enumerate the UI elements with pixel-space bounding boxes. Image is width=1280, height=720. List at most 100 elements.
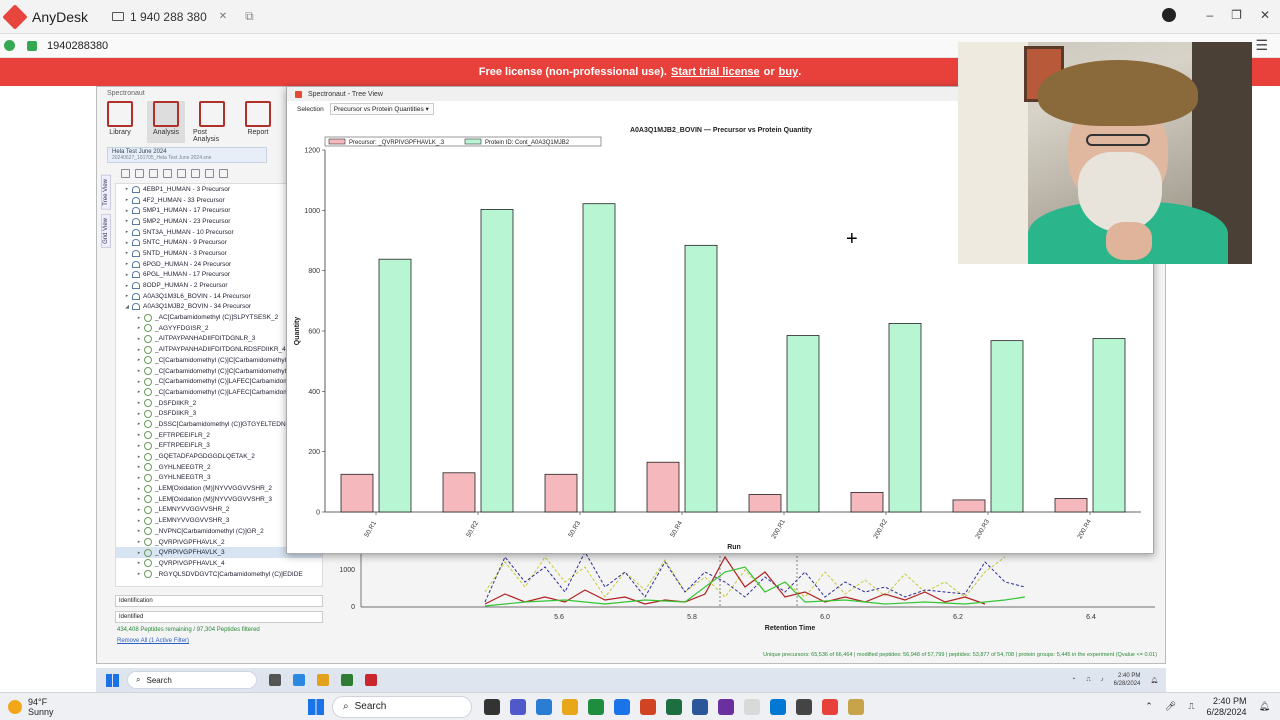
word-icon[interactable] [692, 698, 708, 715]
expand-arrow-icon[interactable]: ▸ [134, 496, 144, 502]
spectronaut-taskbar-icon[interactable] [365, 674, 377, 686]
ribbon-button-post-analysis[interactable]: Post Analysis [193, 101, 231, 143]
expand-arrow-icon[interactable]: ▸ [134, 560, 144, 566]
expand-arrow-icon[interactable]: ▸ [134, 571, 144, 577]
ribbon-button-analysis[interactable]: Analysis [147, 101, 185, 143]
tree-precursor-node[interactable]: ▸ _QVRPIVGPFHAVLK_4 [116, 558, 322, 569]
expand-arrow-icon[interactable]: ▸ [134, 411, 144, 417]
expand-arrow-icon[interactable]: ▸ [122, 283, 132, 289]
remote-clock[interactable]: 2:40 PM 6/28/2024 [1114, 672, 1141, 688]
notification-icon[interactable]: 🔔︎ [1259, 701, 1270, 712]
powerpoint-icon[interactable] [640, 698, 656, 715]
expand-arrow-icon[interactable]: ▸ [134, 528, 144, 534]
filter-identification-select[interactable]: Identification [115, 595, 323, 607]
teams-icon[interactable] [510, 698, 526, 715]
expand-arrow-icon[interactable]: ▸ [122, 272, 132, 278]
expand-arrow-icon[interactable]: ▸ [134, 443, 144, 449]
expand-arrow-icon[interactable]: ▸ [122, 293, 132, 299]
ribbon-button-report[interactable]: Report [239, 101, 277, 143]
filter-identified-select[interactable]: Identified [115, 611, 323, 623]
app-icon[interactable] [718, 698, 734, 715]
experiment-tab[interactable]: Hela Test June 2024 20240627_101705_Hela… [107, 147, 267, 163]
expand-arrow-icon[interactable]: ▸ [122, 261, 132, 267]
expand-arrow-icon[interactable]: ▸ [134, 486, 144, 492]
tab-close-icon[interactable]: ✕ [219, 11, 227, 22]
task-view-icon[interactable] [269, 674, 281, 686]
expand-arrow-icon[interactable]: ▸ [134, 315, 144, 321]
expand-arrow-icon[interactable]: ▸ [134, 357, 144, 363]
buy-link[interactable]: buy [779, 66, 799, 78]
expand-arrow-icon[interactable]: ▸ [122, 250, 132, 256]
maximize-icon[interactable]: ❐ [1231, 8, 1242, 22]
task-view-icon[interactable] [484, 698, 500, 715]
expand-arrow-icon[interactable]: ▸ [134, 325, 144, 331]
expand-arrow-icon[interactable]: ▸ [122, 240, 132, 246]
expand-arrow-icon[interactable]: ▸ [134, 454, 144, 460]
sort-icon[interactable] [177, 169, 186, 178]
local-clock[interactable]: 2:40 PM 6/28/2024 [1207, 696, 1247, 718]
expand-arrow-icon[interactable]: ▸ [134, 421, 144, 427]
outlook-icon[interactable] [770, 698, 786, 715]
remove-filter-link[interactable]: Remove All (1 Active Filter) [117, 638, 189, 644]
selection-dropdown[interactable]: Precursor vs Protein Quantities ▾ [329, 103, 434, 115]
chevron-up-icon[interactable]: ⌃ [1145, 701, 1153, 712]
tab-tree-view[interactable]: Tree View [101, 175, 111, 210]
app-icon[interactable] [796, 698, 812, 715]
session-tab[interactable]: 1 940 288 380 ✕ [112, 10, 227, 24]
windows-start-icon[interactable] [106, 673, 119, 687]
app-icon[interactable] [744, 698, 760, 715]
ribbon-button-library[interactable]: Library [101, 101, 139, 143]
expand-arrow-icon[interactable]: ▸ [122, 218, 132, 224]
app-icon[interactable] [293, 674, 305, 686]
chevron-up-icon[interactable]: ⌃ [1071, 677, 1076, 684]
local-search-box[interactable]: ⌕ Search [332, 695, 472, 718]
weather-widget[interactable]: 94°F Sunny [8, 697, 54, 717]
export-icon[interactable] [205, 169, 214, 178]
expand-arrow-icon[interactable]: ▸ [134, 389, 144, 395]
tree-precursor-node[interactable]: ▸ _RGYQLSDVDGVTC[Carbamidomethyl (C)]EDID… [116, 569, 322, 580]
excel-icon[interactable] [341, 674, 353, 686]
expand-arrow-icon[interactable]: ▸ [134, 539, 144, 545]
remote-search-box[interactable]: ⌕ Search [127, 671, 257, 689]
expand-arrow-icon[interactable]: ▸ [134, 347, 144, 353]
expand-arrow-icon[interactable]: ▸ [134, 336, 144, 342]
expand-arrow-icon[interactable]: ▸ [134, 368, 144, 374]
excel-icon[interactable] [666, 698, 682, 715]
settings-icon[interactable] [219, 169, 228, 178]
mail-icon[interactable] [614, 698, 630, 715]
anydesk-taskbar-icon[interactable] [822, 698, 838, 715]
folder-icon[interactable] [562, 698, 578, 715]
expand-arrow-icon[interactable]: ▸ [134, 432, 144, 438]
collapse-icon[interactable] [135, 169, 144, 178]
expand-arrow-icon[interactable]: ▸ [134, 464, 144, 470]
windows-start-icon[interactable] [308, 698, 324, 715]
filter-icon[interactable] [163, 169, 172, 178]
app-icon[interactable] [848, 698, 864, 715]
expand-arrow-icon[interactable]: ▸ [134, 400, 144, 406]
file-explorer-icon[interactable] [317, 674, 329, 686]
new-tab-icon[interactable]: ⧉ [245, 9, 254, 24]
chrome-icon[interactable] [588, 698, 604, 715]
expand-arrow-icon[interactable]: ▸ [134, 475, 144, 481]
expand-arrow-icon[interactable]: ▸ [134, 518, 144, 524]
expand-icon[interactable] [121, 169, 130, 178]
account-avatar-icon[interactable] [1162, 8, 1177, 22]
expand-arrow-icon[interactable]: ▸ [134, 550, 144, 556]
expand-arrow-icon[interactable]: ◢ [122, 304, 132, 310]
expand-arrow-icon[interactable]: ▸ [122, 229, 132, 235]
menu-icon[interactable]: ☰ [1255, 37, 1268, 54]
store-icon[interactable] [536, 698, 552, 715]
tab-grid-view[interactable]: Grid View [101, 213, 111, 248]
columns-icon[interactable] [191, 169, 200, 178]
start-trial-link[interactable]: Start trial license [671, 66, 760, 78]
address-field[interactable]: 1940288380 [47, 40, 108, 52]
expand-arrow-icon[interactable]: ▸ [134, 379, 144, 385]
minimize-icon[interactable]: – [1206, 8, 1213, 22]
expand-arrow-icon[interactable]: ▸ [122, 186, 132, 192]
expand-arrow-icon[interactable]: ▸ [134, 507, 144, 513]
close-icon[interactable]: ✕ [1260, 8, 1270, 22]
notification-icon[interactable]: 🔔︎ [1150, 677, 1158, 684]
refresh-icon[interactable] [149, 169, 158, 178]
expand-arrow-icon[interactable]: ▸ [122, 208, 132, 214]
expand-arrow-icon[interactable]: ▸ [122, 197, 132, 203]
